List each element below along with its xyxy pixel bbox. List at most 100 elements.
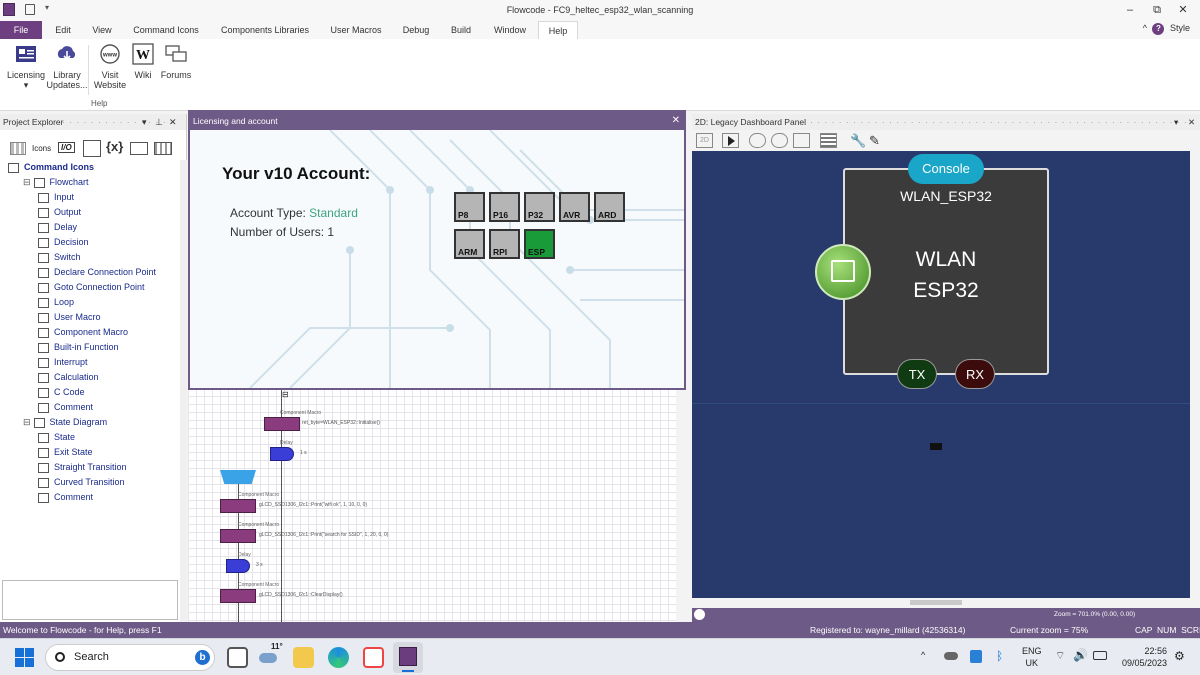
target-chip[interactable]: RPI bbox=[489, 229, 520, 259]
target-chip[interactable]: AVR bbox=[559, 192, 590, 222]
menu-debug[interactable]: Debug bbox=[398, 21, 434, 39]
panel-grip[interactable]: · · · · · · · · · · · · · · · · · · · · … bbox=[810, 114, 1188, 130]
dashboard-canvas[interactable]: WLAN_ESP32 WLAN ESP32 Console TX RX bbox=[692, 151, 1190, 598]
variables-tab[interactable]: {x} bbox=[106, 139, 123, 154]
small-component[interactable] bbox=[930, 443, 942, 450]
menu-components-libraries[interactable]: Components Libraries bbox=[218, 21, 312, 39]
panel-pin-icon[interactable]: ⊥ bbox=[155, 114, 163, 130]
rotate-icon[interactable] bbox=[771, 133, 788, 148]
pointer-icon[interactable] bbox=[722, 133, 739, 148]
tx-indicator[interactable]: TX bbox=[897, 359, 937, 389]
wrench-icon[interactable]: 🔧 bbox=[850, 133, 866, 149]
delay-block[interactable] bbox=[270, 447, 294, 461]
target-chip[interactable]: ESP bbox=[524, 229, 555, 259]
volume-icon[interactable]: 🔊 bbox=[1073, 648, 1088, 662]
components-icon[interactable] bbox=[154, 142, 172, 155]
flowcode-taskbar-button[interactable] bbox=[393, 642, 423, 673]
licensing-button[interactable]: Licensing ▾ bbox=[5, 43, 47, 90]
target-chip[interactable]: P32 bbox=[524, 192, 555, 222]
bing-icon[interactable]: b bbox=[195, 650, 210, 665]
zoom-reset-icon[interactable] bbox=[694, 609, 705, 620]
tree-item[interactable]: Delay bbox=[38, 220, 77, 235]
tree-item[interactable]: Loop bbox=[38, 295, 74, 310]
panel-dropdown-icon[interactable]: ▾ bbox=[142, 114, 147, 130]
quick-access-dropdown-icon[interactable]: ▾ bbox=[45, 3, 49, 12]
clock[interactable]: 22:56 09/05/2023 bbox=[1115, 645, 1167, 669]
taskbar-search[interactable]: Search b bbox=[45, 644, 215, 671]
onedrive-cloud-icon[interactable] bbox=[944, 652, 958, 660]
target-chip[interactable]: P8 bbox=[454, 192, 485, 222]
tree-item[interactable]: Curved Transition bbox=[38, 475, 125, 490]
task-view-icon[interactable] bbox=[227, 647, 248, 668]
tree-item[interactable]: Goto Connection Point bbox=[38, 280, 145, 295]
tree-collapse-icon[interactable]: ⊟ bbox=[23, 417, 31, 427]
minimize-button[interactable]: – bbox=[1115, 2, 1145, 18]
flow-collapse-icon[interactable]: ⊟ bbox=[282, 390, 289, 399]
menu-edit[interactable]: Edit bbox=[50, 21, 76, 39]
loop-block[interactable] bbox=[220, 470, 256, 484]
dashboard-dropdown-icon[interactable]: ▾ bbox=[1174, 114, 1178, 130]
tree-item[interactable]: C Code bbox=[38, 385, 85, 400]
target-chip[interactable]: ARM bbox=[454, 229, 485, 259]
menu-help[interactable]: Help bbox=[538, 21, 578, 39]
tree-item[interactable]: Declare Connection Point bbox=[38, 265, 156, 280]
file-explorer-icon[interactable] bbox=[293, 647, 314, 668]
component-macro-block[interactable] bbox=[220, 499, 256, 513]
delay-block[interactable] bbox=[226, 559, 250, 573]
tree-item[interactable]: Component Macro bbox=[38, 325, 128, 340]
weather-widget[interactable]: 11° bbox=[259, 642, 285, 668]
component-macro-block[interactable] bbox=[220, 529, 256, 543]
ethernet-status-icon[interactable] bbox=[815, 244, 871, 300]
store-icon[interactable] bbox=[363, 647, 384, 668]
target-chip[interactable]: P16 bbox=[489, 192, 520, 222]
tray-overflow-icon[interactable]: ^ bbox=[921, 650, 925, 660]
menu-command-icons[interactable]: Command Icons bbox=[130, 21, 202, 39]
style-dropdown[interactable]: Style bbox=[1170, 23, 1190, 33]
menu-user-macros[interactable]: User Macros bbox=[326, 21, 386, 39]
tree-item[interactable]: Straight Transition bbox=[38, 460, 127, 475]
target-chip[interactable]: ARD bbox=[594, 192, 625, 222]
2d-view-icon[interactable]: 2D bbox=[696, 133, 713, 148]
icons-tab[interactable]: Icons bbox=[32, 144, 51, 153]
io-tab[interactable]: I/O bbox=[58, 142, 75, 153]
flowcode-logo-icon[interactable] bbox=[3, 3, 15, 16]
ports-icon[interactable] bbox=[83, 140, 101, 157]
battery-icon[interactable] bbox=[1093, 651, 1107, 660]
forums-button[interactable]: Forums bbox=[158, 43, 194, 80]
dashboard-close-icon[interactable]: ✕ bbox=[1188, 114, 1195, 130]
flowchart-canvas[interactable]: ⊟ Component Macro ret_byte=WLAN_ESP32::I… bbox=[188, 388, 684, 622]
horizontal-scroll-thumb[interactable] bbox=[910, 600, 962, 605]
tree-item[interactable]: Input bbox=[38, 190, 74, 205]
tree-item[interactable]: State bbox=[38, 430, 75, 445]
move-icon[interactable] bbox=[749, 133, 766, 148]
wiki-button[interactable]: W Wiki bbox=[130, 43, 156, 80]
menu-view[interactable]: View bbox=[88, 21, 116, 39]
component-macro-block[interactable] bbox=[264, 417, 300, 431]
visit-website-button[interactable]: www Visit Website bbox=[92, 43, 128, 90]
scale-icon[interactable] bbox=[793, 133, 810, 148]
tree-item[interactable]: Decision bbox=[38, 235, 89, 250]
wlan-esp32-component[interactable]: WLAN_ESP32 WLAN ESP32 bbox=[843, 168, 1049, 375]
panel-close-icon[interactable]: ✕ bbox=[169, 114, 177, 130]
tree-item[interactable]: ⊟ State Diagram bbox=[23, 415, 107, 430]
console-button[interactable]: Console bbox=[908, 154, 984, 184]
panel-properties-icon[interactable] bbox=[820, 133, 837, 148]
licensing-dropdown-icon[interactable]: ▾ bbox=[5, 80, 47, 90]
macros-icon[interactable] bbox=[130, 142, 148, 155]
windows-start-icon[interactable] bbox=[15, 648, 34, 667]
style-control[interactable]: ^ ? Style bbox=[1143, 23, 1190, 35]
tree-item[interactable]: Exit State bbox=[38, 445, 93, 460]
tools-icon[interactable]: ✎ bbox=[869, 133, 880, 149]
tree-item[interactable]: Interrupt bbox=[38, 355, 88, 370]
tree-item[interactable]: Comment bbox=[38, 490, 93, 505]
dashboard-horizontal-scrollbar[interactable] bbox=[692, 598, 1190, 608]
tree-item[interactable]: Comment bbox=[38, 400, 93, 415]
notifications-icon[interactable]: ⚙ bbox=[1174, 649, 1185, 663]
menu-build[interactable]: Build bbox=[446, 21, 476, 39]
rx-indicator[interactable]: RX bbox=[955, 359, 995, 389]
help-icon[interactable]: ? bbox=[1152, 23, 1165, 35]
menu-file[interactable]: File bbox=[0, 21, 42, 39]
tree-item[interactable]: Command Icons bbox=[8, 160, 94, 175]
dialog-close-icon[interactable]: ✕ bbox=[672, 112, 680, 130]
menu-window[interactable]: Window bbox=[488, 21, 532, 39]
